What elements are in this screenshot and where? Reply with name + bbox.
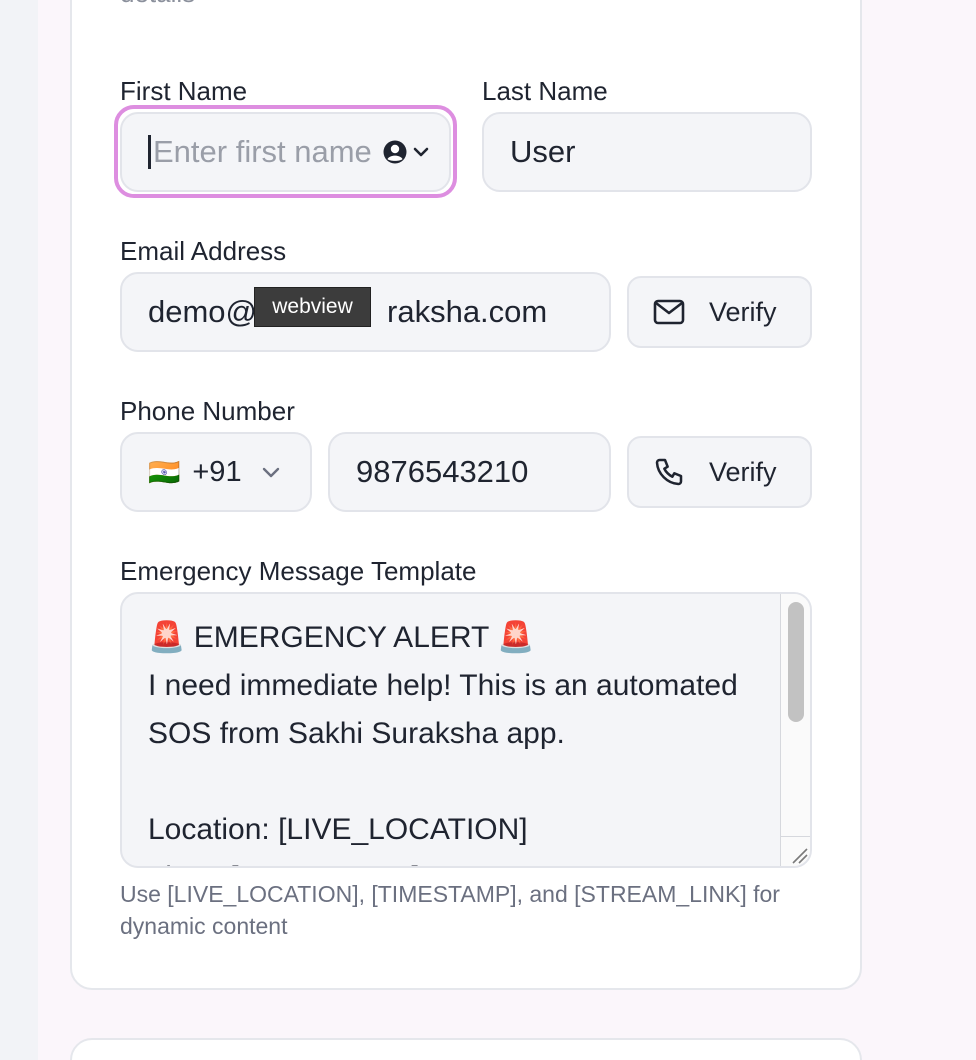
template-textarea[interactable]: 🚨 EMERGENCY ALERT 🚨 I need immediate hel…: [120, 592, 812, 868]
template-hint: Use [LIVE_LOCATION], [TIMESTAMP], and [S…: [120, 881, 780, 939]
text-caret: [148, 135, 151, 169]
email-value-prefix: demo@: [148, 294, 258, 329]
last-name-label: Last Name: [482, 76, 608, 106]
last-name-value: User: [510, 134, 576, 169]
next-card: [70, 1038, 862, 1060]
first-name-label: First Name: [120, 76, 248, 106]
phone-label: Phone Number: [120, 396, 295, 426]
country-code-select[interactable]: 🇮🇳 +91: [120, 432, 312, 512]
chevron-down-icon: [260, 461, 282, 483]
template-scrollbar[interactable]: [780, 594, 810, 840]
contact-autofill-icon[interactable]: [382, 139, 432, 165]
mail-icon: [653, 299, 685, 325]
webview-tooltip: webview: [254, 287, 371, 327]
phone-verify-button[interactable]: Verify: [627, 436, 812, 508]
phone-input[interactable]: 9876543210: [328, 432, 611, 512]
resize-handle-icon[interactable]: [780, 836, 810, 866]
country-flag: 🇮🇳: [148, 456, 181, 487]
country-code-value: +91: [192, 455, 242, 488]
email-verify-button[interactable]: Verify: [627, 276, 812, 348]
section-description: details: [120, 0, 195, 9]
last-name-input[interactable]: User: [482, 112, 812, 192]
page-gutter: [0, 0, 38, 1060]
first-name-placeholder: Enter first name: [153, 134, 372, 169]
autofill-chevron-icon: [413, 147, 429, 157]
first-name-input[interactable]: Enter first name: [120, 112, 451, 192]
template-text: 🚨 EMERGENCY ALERT 🚨 I need immediate hel…: [148, 621, 738, 866]
scrollbar-thumb[interactable]: [788, 602, 804, 722]
template-label: Emergency Message Template: [120, 556, 477, 586]
email-verify-label: Verify: [709, 296, 777, 327]
email-value-suffix: raksha.com: [387, 294, 548, 329]
email-label: Email Address: [120, 236, 287, 266]
phone-value: 9876543210: [356, 454, 529, 489]
phone-verify-label: Verify: [709, 456, 777, 487]
phone-icon: [653, 456, 685, 488]
